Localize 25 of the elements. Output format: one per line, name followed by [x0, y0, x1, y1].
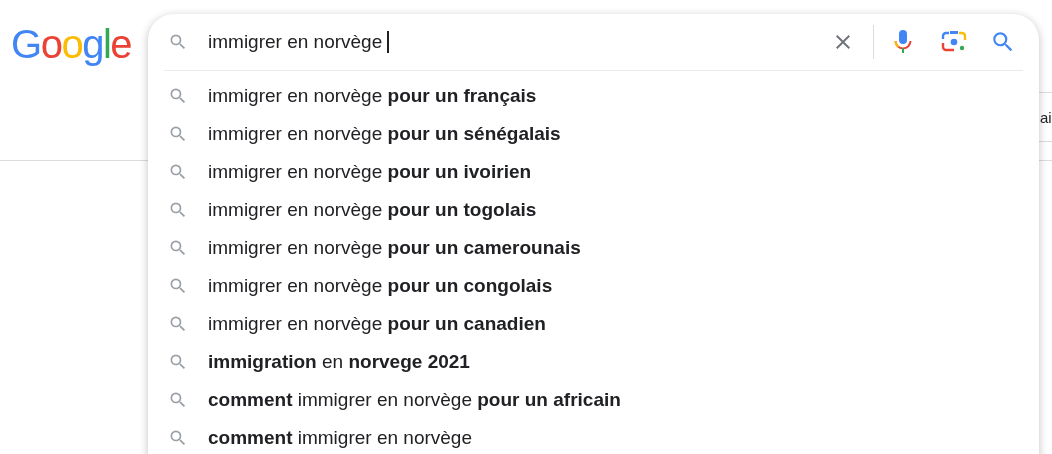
- search-icon: [168, 86, 188, 106]
- tab-label[interactable]: ai: [1040, 108, 1052, 126]
- suggestion-item[interactable]: immigrer en norvège pour un sénégalais: [208, 123, 561, 145]
- suggestion-item[interactable]: immigrer en norvège pour un camerounais: [208, 237, 581, 259]
- camera-icon[interactable]: [941, 30, 967, 54]
- suggestion-item[interactable]: immigrer en norvège pour un congolais: [208, 275, 553, 297]
- suggestion-item[interactable]: comment immigrer en norvège pour un africain: [208, 389, 621, 411]
- search-icon: [168, 238, 188, 258]
- logo[interactable]: Google: [11, 24, 131, 64]
- search-icon: [168, 32, 188, 52]
- search-icon: [168, 200, 188, 220]
- search-icon: [168, 162, 188, 182]
- suggestion-item[interactable]: immigrer en norvège pour un canadien: [208, 313, 546, 335]
- search-icon: [168, 352, 188, 372]
- search-icon: [168, 124, 188, 144]
- search-field[interactable]: immigrer en norvège: [208, 30, 831, 54]
- search-icon: [168, 390, 188, 410]
- search-icon: [168, 428, 188, 448]
- suggestion-item[interactable]: immigrer en norvège pour un ivoirien: [208, 161, 532, 183]
- suggestion-item[interactable]: comment immigrer en norvège: [208, 427, 472, 449]
- search-icon: [168, 276, 188, 296]
- search-icon: [168, 314, 188, 334]
- suggestion-item[interactable]: immigrer en norvège pour un français: [208, 85, 537, 107]
- suggestion-item[interactable]: immigrer en norvège pour un togolais: [208, 199, 537, 221]
- suggestion-item[interactable]: immigration en norvege 2021: [208, 351, 470, 373]
